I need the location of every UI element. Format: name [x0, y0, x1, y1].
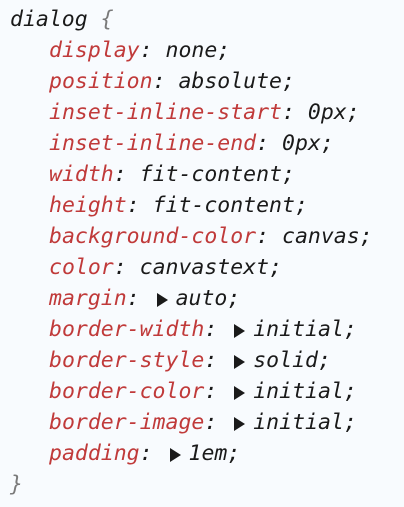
css-rule-viewer: dialog { display: none; position: absolut…	[0, 0, 404, 507]
colon: :	[204, 410, 231, 435]
rule-selector-line: dialog {	[0, 4, 404, 35]
property-name[interactable]: display	[49, 38, 140, 63]
property-name[interactable]: background-color	[49, 224, 256, 249]
colon: :	[204, 348, 231, 373]
declaration-inset-inline-start[interactable]: inset-inline-start: 0px;	[0, 97, 404, 128]
property-value[interactable]: absolute	[178, 69, 282, 94]
rule-selector: dialog	[10, 7, 88, 32]
property-name[interactable]: width	[49, 162, 114, 187]
colon: :	[282, 100, 308, 125]
open-brace: {	[100, 7, 114, 32]
property-value[interactable]: canvastext	[140, 255, 269, 280]
colon: :	[152, 69, 179, 94]
declaration-inset-inline-end[interactable]: inset-inline-end: 0px;	[0, 128, 404, 159]
property-value[interactable]: 0px	[308, 100, 347, 125]
property-name[interactable]: padding	[49, 441, 140, 466]
expand-triangle-icon[interactable]	[234, 417, 246, 431]
expand-triangle-icon[interactable]	[234, 386, 246, 400]
declaration-width[interactable]: width: fit-content;	[0, 159, 404, 190]
semicolon: ;	[282, 69, 295, 94]
property-value[interactable]: fit-content	[140, 162, 282, 187]
property-name[interactable]: border-style	[49, 348, 204, 373]
semicolon: ;	[227, 286, 241, 311]
rule-close-line: }	[0, 469, 404, 500]
semicolon: ;	[217, 38, 231, 63]
expand-triangle-icon[interactable]	[169, 448, 181, 462]
property-value[interactable]: initial	[253, 379, 344, 404]
property-name[interactable]: height	[49, 193, 127, 218]
declaration-color[interactable]: color: canvastext;	[0, 252, 404, 283]
colon: :	[204, 379, 231, 404]
expand-triangle-icon[interactable]	[234, 355, 246, 369]
property-value[interactable]: 0px	[282, 131, 321, 156]
semicolon: ;	[346, 100, 360, 125]
declaration-border-image[interactable]: border-image: initial;	[0, 407, 404, 438]
property-value[interactable]: solid	[253, 348, 318, 373]
property-name[interactable]: border-color	[49, 379, 204, 404]
semicolon: ;	[227, 441, 241, 466]
semicolon: ;	[317, 348, 331, 373]
declaration-display[interactable]: display: none;	[0, 35, 404, 66]
property-name[interactable]: margin	[49, 286, 127, 311]
declaration-background-color[interactable]: background-color: canvas;	[0, 221, 404, 252]
property-name[interactable]: position	[49, 69, 153, 94]
semicolon: ;	[343, 317, 357, 342]
declaration-border-width[interactable]: border-width: initial;	[0, 314, 404, 345]
close-brace: }	[10, 472, 23, 497]
colon: :	[113, 255, 140, 280]
property-name[interactable]: inset-inline-end	[49, 131, 256, 156]
semicolon: ;	[359, 224, 373, 249]
semicolon: ;	[343, 379, 357, 404]
colon: :	[113, 162, 140, 187]
colon: :	[126, 286, 153, 311]
semicolon: ;	[343, 410, 357, 435]
colon: :	[139, 441, 166, 466]
semicolon: ;	[269, 255, 283, 280]
property-value[interactable]: canvas	[282, 224, 360, 249]
colon: :	[139, 38, 166, 63]
semicolon: ;	[294, 193, 308, 218]
property-value[interactable]: auto	[176, 286, 228, 311]
property-value[interactable]: initial	[253, 317, 344, 342]
property-name[interactable]: border-image	[49, 410, 204, 435]
colon: :	[256, 131, 282, 156]
semicolon: ;	[320, 131, 334, 156]
property-value[interactable]: none	[166, 38, 218, 63]
property-name[interactable]: border-width	[49, 317, 204, 342]
expand-triangle-icon[interactable]	[156, 293, 168, 307]
declarations-list: display: none; position: absolute; inset-i…	[0, 35, 404, 469]
property-name[interactable]: color	[49, 255, 114, 280]
property-name[interactable]: inset-inline-start	[49, 100, 282, 125]
declaration-position[interactable]: position: absolute;	[0, 66, 404, 97]
declaration-margin[interactable]: margin: auto;	[0, 283, 404, 314]
expand-triangle-icon[interactable]	[234, 324, 246, 338]
property-value[interactable]: initial	[253, 410, 344, 435]
declaration-border-style[interactable]: border-style: solid;	[0, 345, 404, 376]
colon: :	[126, 193, 153, 218]
colon: :	[204, 317, 231, 342]
colon: :	[256, 224, 282, 249]
declaration-border-color[interactable]: border-color: initial;	[0, 376, 404, 407]
semicolon: ;	[282, 162, 295, 187]
declaration-height[interactable]: height: fit-content;	[0, 190, 404, 221]
property-value[interactable]: fit-content	[153, 193, 295, 218]
property-value[interactable]: 1em	[189, 441, 228, 466]
declaration-padding[interactable]: padding: 1em;	[0, 438, 404, 469]
